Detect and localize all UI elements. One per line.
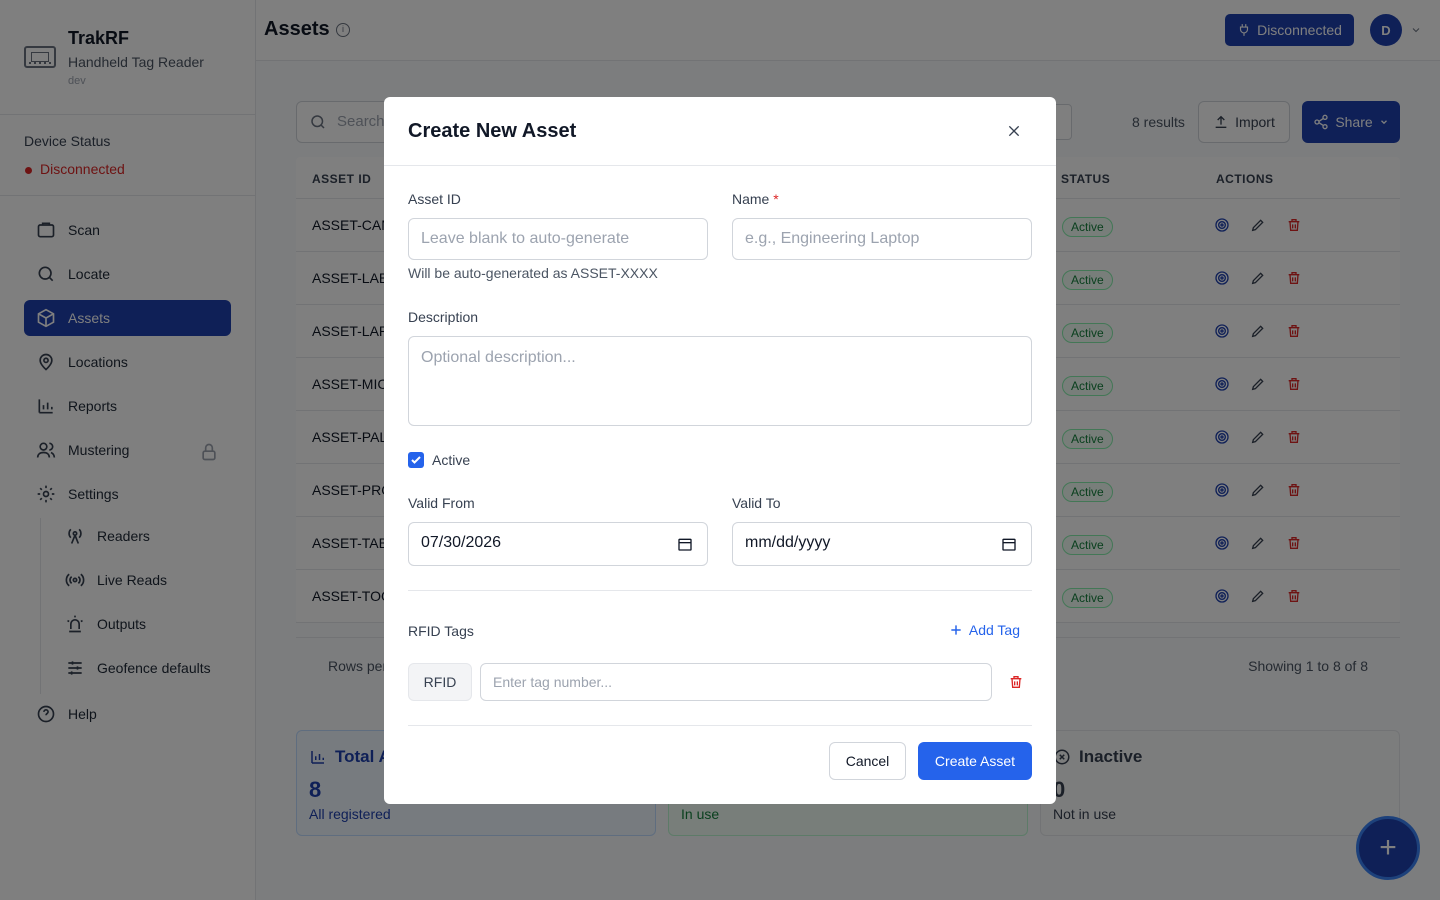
description-label: Description: [408, 309, 479, 325]
modal-header: Create New Asset: [384, 97, 1056, 166]
check-icon: [411, 456, 421, 464]
calendar-icon[interactable]: [1001, 536, 1017, 552]
create-asset-button[interactable]: Create Asset: [918, 742, 1032, 780]
valid-to-input[interactable]: mm/dd/yyyy: [732, 522, 1032, 566]
valid-from-value: 07/30/2026: [421, 534, 502, 551]
active-label: Active: [432, 452, 471, 468]
plus-icon: [951, 625, 961, 635]
asset-id-label: Asset ID: [408, 191, 461, 207]
modal-title: Create New Asset: [408, 120, 577, 142]
valid-to-label: Valid To: [732, 495, 781, 511]
required-marker: *: [773, 191, 779, 207]
valid-from-input[interactable]: 07/30/2026: [408, 522, 708, 566]
rfid-type-chip[interactable]: RFID: [408, 663, 472, 701]
cancel-button[interactable]: Cancel: [829, 742, 906, 780]
asset-id-input[interactable]: Leave blank to auto-generate: [408, 218, 708, 260]
create-asset-modal: Create New Asset Asset ID Leave blank to…: [384, 97, 1056, 804]
name-label: Name *: [732, 191, 779, 207]
name-label-text: Name: [732, 191, 770, 207]
close-icon[interactable]: [1006, 123, 1022, 139]
tag-number-input[interactable]: Enter tag number...: [480, 663, 992, 701]
calendar-icon[interactable]: [677, 536, 693, 552]
add-tag-button[interactable]: Add Tag: [949, 622, 1020, 638]
name-input[interactable]: e.g., Engineering Laptop: [732, 218, 1032, 260]
description-textarea[interactable]: Optional description...: [408, 336, 1032, 426]
rfid-tags-label: RFID Tags: [408, 623, 474, 639]
divider: [408, 725, 1032, 726]
valid-to-value: mm/dd/yyyy: [745, 534, 831, 551]
active-checkbox[interactable]: [408, 452, 424, 468]
add-tag-label: Add Tag: [968, 622, 1020, 638]
trash-icon[interactable]: [1008, 674, 1024, 690]
divider: [408, 590, 1032, 591]
asset-id-hint: Will be auto-generated as ASSET-XXXX: [408, 265, 658, 281]
valid-from-label: Valid From: [408, 495, 475, 511]
